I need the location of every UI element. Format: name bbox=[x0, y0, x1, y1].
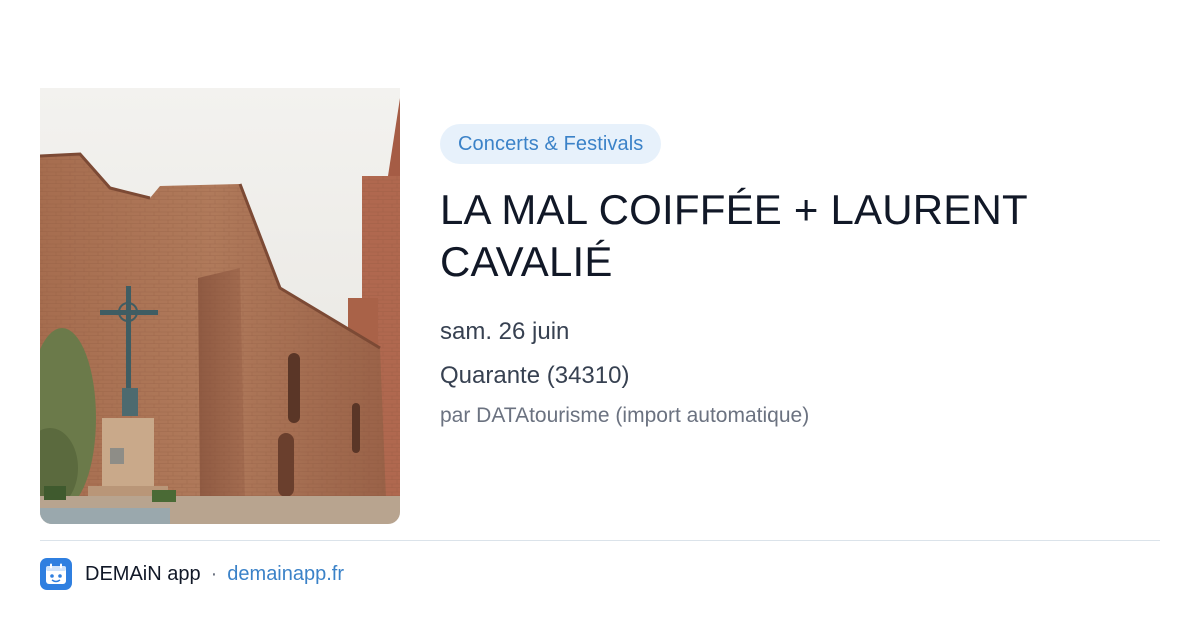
footer-separator: · bbox=[210, 562, 218, 585]
event-location: Quarante (34310) bbox=[440, 362, 630, 389]
event-date: sam. 26 juin bbox=[440, 318, 570, 345]
app-website-link[interactable]: demainapp.fr bbox=[227, 563, 344, 586]
footer-divider bbox=[40, 540, 1160, 541]
church-photo-illustration bbox=[40, 88, 400, 524]
event-details: Concerts & Festivals LA MAL COIFFÉE + LA… bbox=[440, 124, 1160, 430]
event-source: par DATAtourisme (import automatique) bbox=[440, 404, 810, 427]
app-logo-icon bbox=[40, 558, 72, 590]
footer: DEMAiN app · demainapp.fr bbox=[40, 558, 344, 590]
event-title: LA MAL COIFFÉE + LAURENT CAVALIÉ bbox=[440, 186, 1028, 285]
event-photo bbox=[40, 88, 400, 524]
app-name: DEMAiN app bbox=[85, 562, 201, 585]
category-badge[interactable]: Concerts & Festivals bbox=[440, 124, 662, 164]
